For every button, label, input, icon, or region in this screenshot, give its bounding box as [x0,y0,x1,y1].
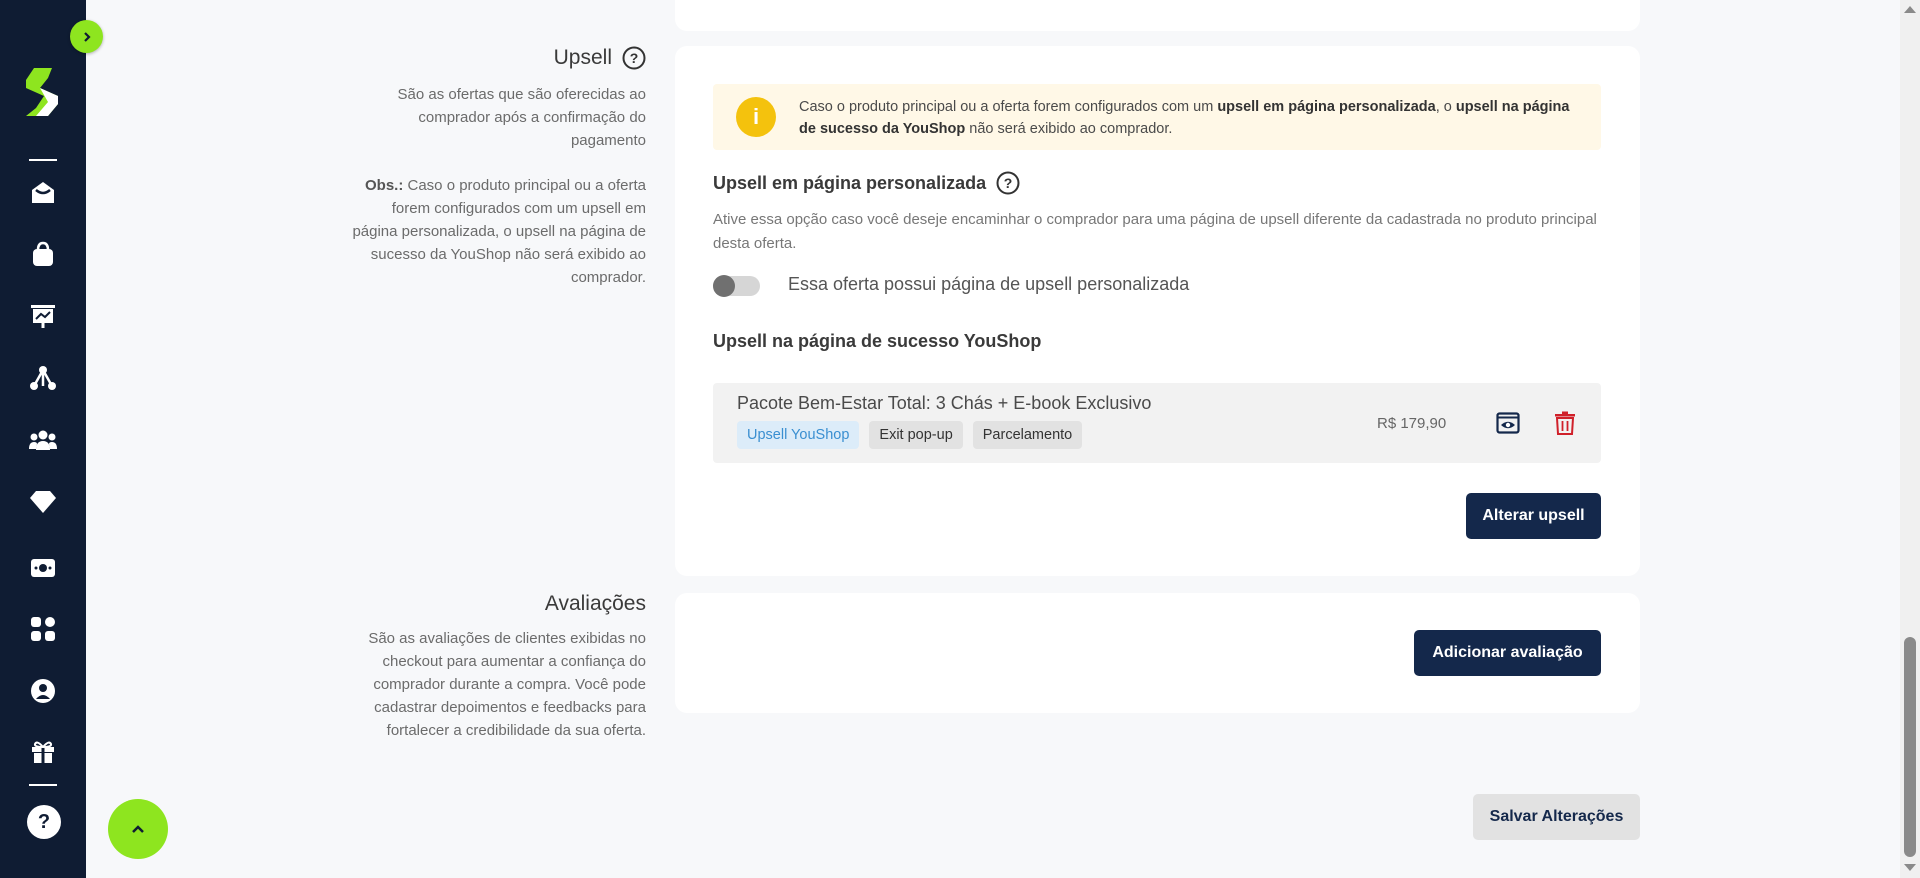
sidebar-item-home[interactable] [28,177,58,207]
svg-text:?: ? [630,50,639,66]
sidebar-item-premium[interactable] [28,487,58,517]
sidebar-item-reports[interactable] [28,301,58,331]
sidebar-item-rewards[interactable] [28,737,58,767]
obs-label: Obs.: [365,177,404,194]
sidebar-divider [29,159,57,161]
previous-section-card [675,0,1640,31]
gift-icon [32,741,54,763]
sidebar-item-affiliates[interactable] [28,363,58,393]
upsell-title-text: Upsell [553,46,612,69]
reviews-section-title: Avaliações [544,592,646,615]
success-page-title: Upsell na página de sucesso YouShop [713,331,1042,351]
help-button[interactable]: ? [27,805,61,839]
presentation-chart-icon [31,305,55,328]
upsell-section-title: Upsell ? [554,46,646,70]
toggle-knob [713,275,735,297]
home-icon [32,182,54,203]
scroll-to-top-button[interactable] [108,799,168,859]
sidebar-item-profile[interactable] [28,676,58,706]
page-scrollbar[interactable] [1900,0,1920,878]
sidebar-item-products[interactable] [28,239,58,269]
chevron-right-icon [83,31,91,42]
sidebar-divider [29,784,57,786]
users-icon [29,430,57,450]
upsell-item-price: R$ 179,90 [1377,415,1447,432]
custom-page-description: Ative essa opção caso você deseje encami… [713,211,1597,252]
upsell-section-description: São as ofertas que são oferecidas ao com… [397,86,647,149]
sidebar-item-finance[interactable] [28,553,58,583]
help-icon: ? [37,810,51,833]
delete-icon[interactable] [1554,411,1576,435]
custom-upsell-toggle-label: Essa oferta possui página de upsell pers… [788,274,1190,294]
apps-grid-icon [31,617,55,641]
custom-upsell-page-toggle[interactable] [713,275,760,297]
add-review-button[interactable]: Adicionar avaliação [1414,630,1601,676]
chevron-up-icon [132,825,144,833]
tag-installments: Parcelamento [972,421,1083,449]
upsell-item-title: Pacote Bem-Estar Total: 3 Chás + E-book … [737,393,1152,413]
shopping-bag-icon [33,241,53,266]
upsell-list-item: Pacote Bem-Estar Total: 3 Chás + E-book … [713,383,1601,463]
info-icon: i [736,97,776,137]
help-circle-icon[interactable]: ? [622,46,646,70]
diamond-icon [30,491,56,513]
tag-upsell-youshop: Upsell YouShop [737,421,860,449]
scroll-down-arrow[interactable] [1904,864,1916,871]
upsell-warning-alert: i Caso o produto principal ou a oferta f… [713,84,1601,150]
custom-page-title: Upsell em página personalizada ? [713,171,1020,195]
help-circle-icon[interactable]: ? [996,171,1020,195]
tag-exit-popup: Exit pop-up [869,421,963,449]
view-icon[interactable] [1496,411,1520,435]
change-upsell-button[interactable]: Alterar upsell [1466,493,1601,539]
network-icon [30,366,56,390]
reviews-section-description: São as avaliações de clientes exibidas n… [368,630,646,739]
upsell-section-obs: Obs.: Caso o produto principal ou a ofer… [346,174,646,289]
upsell-item-tags: Upsell YouShop Exit pop-up Parcelamento [737,421,1083,449]
youshop-logo[interactable] [22,66,64,118]
alert-text: Caso o produto principal ou a oferta for… [799,99,1570,137]
sidebar-item-apps[interactable] [28,614,58,644]
sidebar-toggle-button[interactable] [70,20,103,53]
user-circle-icon [31,679,55,703]
money-icon [31,559,55,577]
save-changes-button[interactable]: Salvar Alterações [1473,794,1640,840]
svg-text:?: ? [1004,175,1013,191]
scroll-up-arrow[interactable] [1904,6,1916,13]
sidebar: ? [0,0,86,878]
sidebar-item-members[interactable] [28,425,58,455]
scrollbar-thumb[interactable] [1904,637,1916,857]
